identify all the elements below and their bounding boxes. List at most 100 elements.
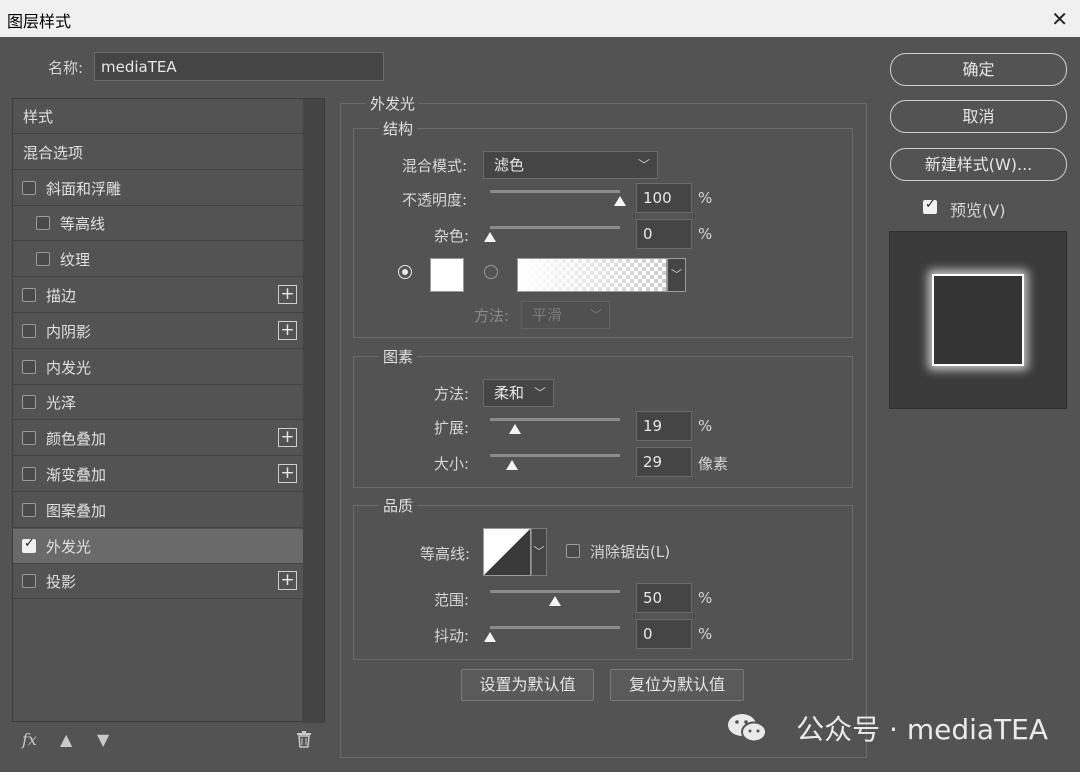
method-select[interactable]: 平滑 ﹀ — [521, 301, 610, 329]
style-list-item[interactable]: 内发光 — [13, 349, 303, 385]
style-list-item-label: 纹理 — [60, 251, 91, 270]
style-list-item[interactable]: 颜色叠加 + — [13, 421, 303, 457]
range-slider-track[interactable] — [490, 590, 620, 593]
noise-slider-thumb[interactable] — [484, 232, 496, 242]
style-checkbox[interactable] — [36, 216, 50, 231]
preview-checkbox[interactable] — [923, 197, 937, 214]
opacity-slider-track[interactable] — [490, 190, 620, 193]
quality-title: 品质 — [379, 495, 418, 516]
chevron-down-icon: ﹀ — [637, 158, 650, 172]
size-unit: 像素 — [698, 455, 729, 473]
range-slider-thumb[interactable] — [549, 596, 561, 606]
style-list-item[interactable]: 渐变叠加 + — [13, 457, 303, 492]
contour-thumbnail[interactable] — [483, 528, 531, 576]
style-checkbox[interactable] — [22, 395, 36, 410]
range-label: 范围: — [434, 591, 470, 609]
name-input[interactable]: mediaTEA — [94, 52, 384, 81]
name-label: 名称: — [48, 59, 84, 77]
cancel-button[interactable]: 取消 — [890, 100, 1067, 133]
style-checkbox[interactable] — [22, 323, 36, 338]
spread-slider-thumb[interactable] — [508, 424, 521, 434]
title-bar: 图层样式 ✕ — [0, 0, 1080, 37]
style-list-item-label: 内发光 — [46, 358, 92, 377]
style-list-item[interactable]: 等高线 — [13, 206, 303, 242]
style-list-item[interactable]: 混合选项 — [13, 134, 303, 170]
add-plus-icon[interactable]: + — [278, 285, 297, 304]
opacity-input[interactable]: 100 — [636, 183, 692, 213]
style-list-item[interactable]: 样式 — [13, 99, 303, 134]
style-checkbox[interactable] — [22, 431, 36, 446]
noise-slider-track[interactable] — [490, 226, 620, 229]
style-checkbox[interactable] — [22, 574, 36, 589]
add-plus-icon[interactable]: + — [278, 320, 297, 340]
new-style-button[interactable]: 新建样式(W)... — [890, 148, 1067, 181]
technique-select[interactable]: 柔和 ﹀ — [483, 379, 554, 407]
close-icon[interactable]: ✕ — [1051, 7, 1068, 31]
structure-title: 结构 — [379, 118, 418, 139]
style-list-item-label: 斜面和浮雕 — [46, 179, 122, 198]
style-checkbox[interactable] — [22, 536, 36, 553]
jitter-label: 抖动: — [434, 627, 470, 645]
style-list-item-label: 光泽 — [46, 394, 77, 413]
style-list-item-label: 图案叠加 — [46, 501, 107, 520]
style-checkbox[interactable] — [36, 252, 50, 267]
style-checkbox[interactable] — [22, 288, 36, 302]
style-list-item[interactable]: 描边 + — [13, 278, 303, 313]
blend-mode-value: 滤色 — [494, 156, 525, 174]
fx-button[interactable]: fx — [22, 730, 37, 749]
style-checkbox[interactable] — [22, 180, 36, 195]
chevron-down-icon: ﹀ — [589, 308, 602, 322]
window-title: 图层样式 — [7, 12, 72, 31]
gradient-radio[interactable] — [484, 265, 498, 279]
gradient-swatch[interactable] — [517, 258, 667, 292]
set-default-button[interactable]: 设置为默认值 — [461, 669, 594, 701]
noise-unit: % — [698, 225, 713, 243]
ok-button[interactable]: 确定 — [890, 53, 1067, 86]
style-checkbox[interactable] — [22, 467, 36, 481]
add-plus-icon[interactable]: + — [278, 464, 297, 483]
size-input[interactable]: 29 — [636, 447, 692, 477]
style-list-item[interactable]: 外发光 — [13, 528, 303, 564]
contour-dropdown[interactable]: ﹀ — [531, 528, 547, 576]
add-plus-icon[interactable]: + — [278, 428, 297, 448]
gradient-dropdown[interactable]: ﹀ — [667, 258, 686, 292]
style-list-scrollbar[interactable] — [302, 99, 324, 723]
style-list: 样式混合选项斜面和浮雕等高线纹理描边 + 内阴影 + 内发光光泽颜色叠加 + 渐变叠加 + 图案… — [12, 98, 325, 723]
style-list-item[interactable]: 斜面和浮雕 — [13, 170, 303, 206]
spread-slider-track[interactable] — [490, 418, 620, 421]
color-swatch[interactable] — [430, 258, 464, 292]
style-list-item[interactable]: 光泽 — [13, 385, 303, 421]
size-slider-track[interactable] — [490, 454, 620, 457]
range-input[interactable]: 50 — [636, 583, 692, 613]
opacity-slider-thumb[interactable] — [614, 196, 626, 206]
technique-label: 方法: — [434, 385, 470, 403]
technique-value: 柔和 — [494, 384, 525, 402]
style-list-item[interactable]: 内阴影 + — [13, 313, 303, 349]
add-plus-icon[interactable]: + — [278, 571, 297, 591]
size-slider-thumb[interactable] — [506, 460, 519, 470]
reset-default-button[interactable]: 复位为默认值 — [610, 669, 744, 701]
style-list-item[interactable]: 纹理 — [13, 242, 303, 278]
noise-input[interactable]: 0 — [636, 219, 692, 249]
spread-input[interactable]: 19 — [636, 411, 692, 441]
style-list-item-label: 样式 — [23, 108, 54, 126]
arrow-up-icon[interactable]: ▲ — [60, 730, 72, 749]
preview-label: 预览(V) — [950, 201, 1006, 220]
trash-icon[interactable] — [296, 730, 312, 752]
arrow-down-icon[interactable]: ▼ — [97, 730, 109, 749]
opacity-label: 不透明度: — [402, 191, 468, 209]
blend-mode-select[interactable]: 滤色 ﹀ — [483, 151, 658, 179]
style-list-item[interactable]: 投影 + — [13, 564, 303, 600]
style-checkbox[interactable] — [22, 502, 36, 517]
jitter-slider-track[interactable] — [490, 626, 620, 629]
anti-alias-checkbox[interactable] — [566, 544, 580, 558]
color-radio[interactable] — [398, 265, 412, 279]
jitter-input[interactable]: 0 — [636, 619, 692, 649]
style-list-item-label: 投影 — [46, 573, 77, 592]
watermark-text: 公众号 · mediaTEA — [796, 713, 1048, 746]
style-list-item[interactable]: 图案叠加 — [13, 492, 303, 528]
opacity-unit: % — [698, 189, 713, 207]
jitter-slider-thumb[interactable] — [484, 632, 496, 642]
style-list-item-label: 等高线 — [60, 215, 106, 234]
style-checkbox[interactable] — [22, 359, 36, 374]
